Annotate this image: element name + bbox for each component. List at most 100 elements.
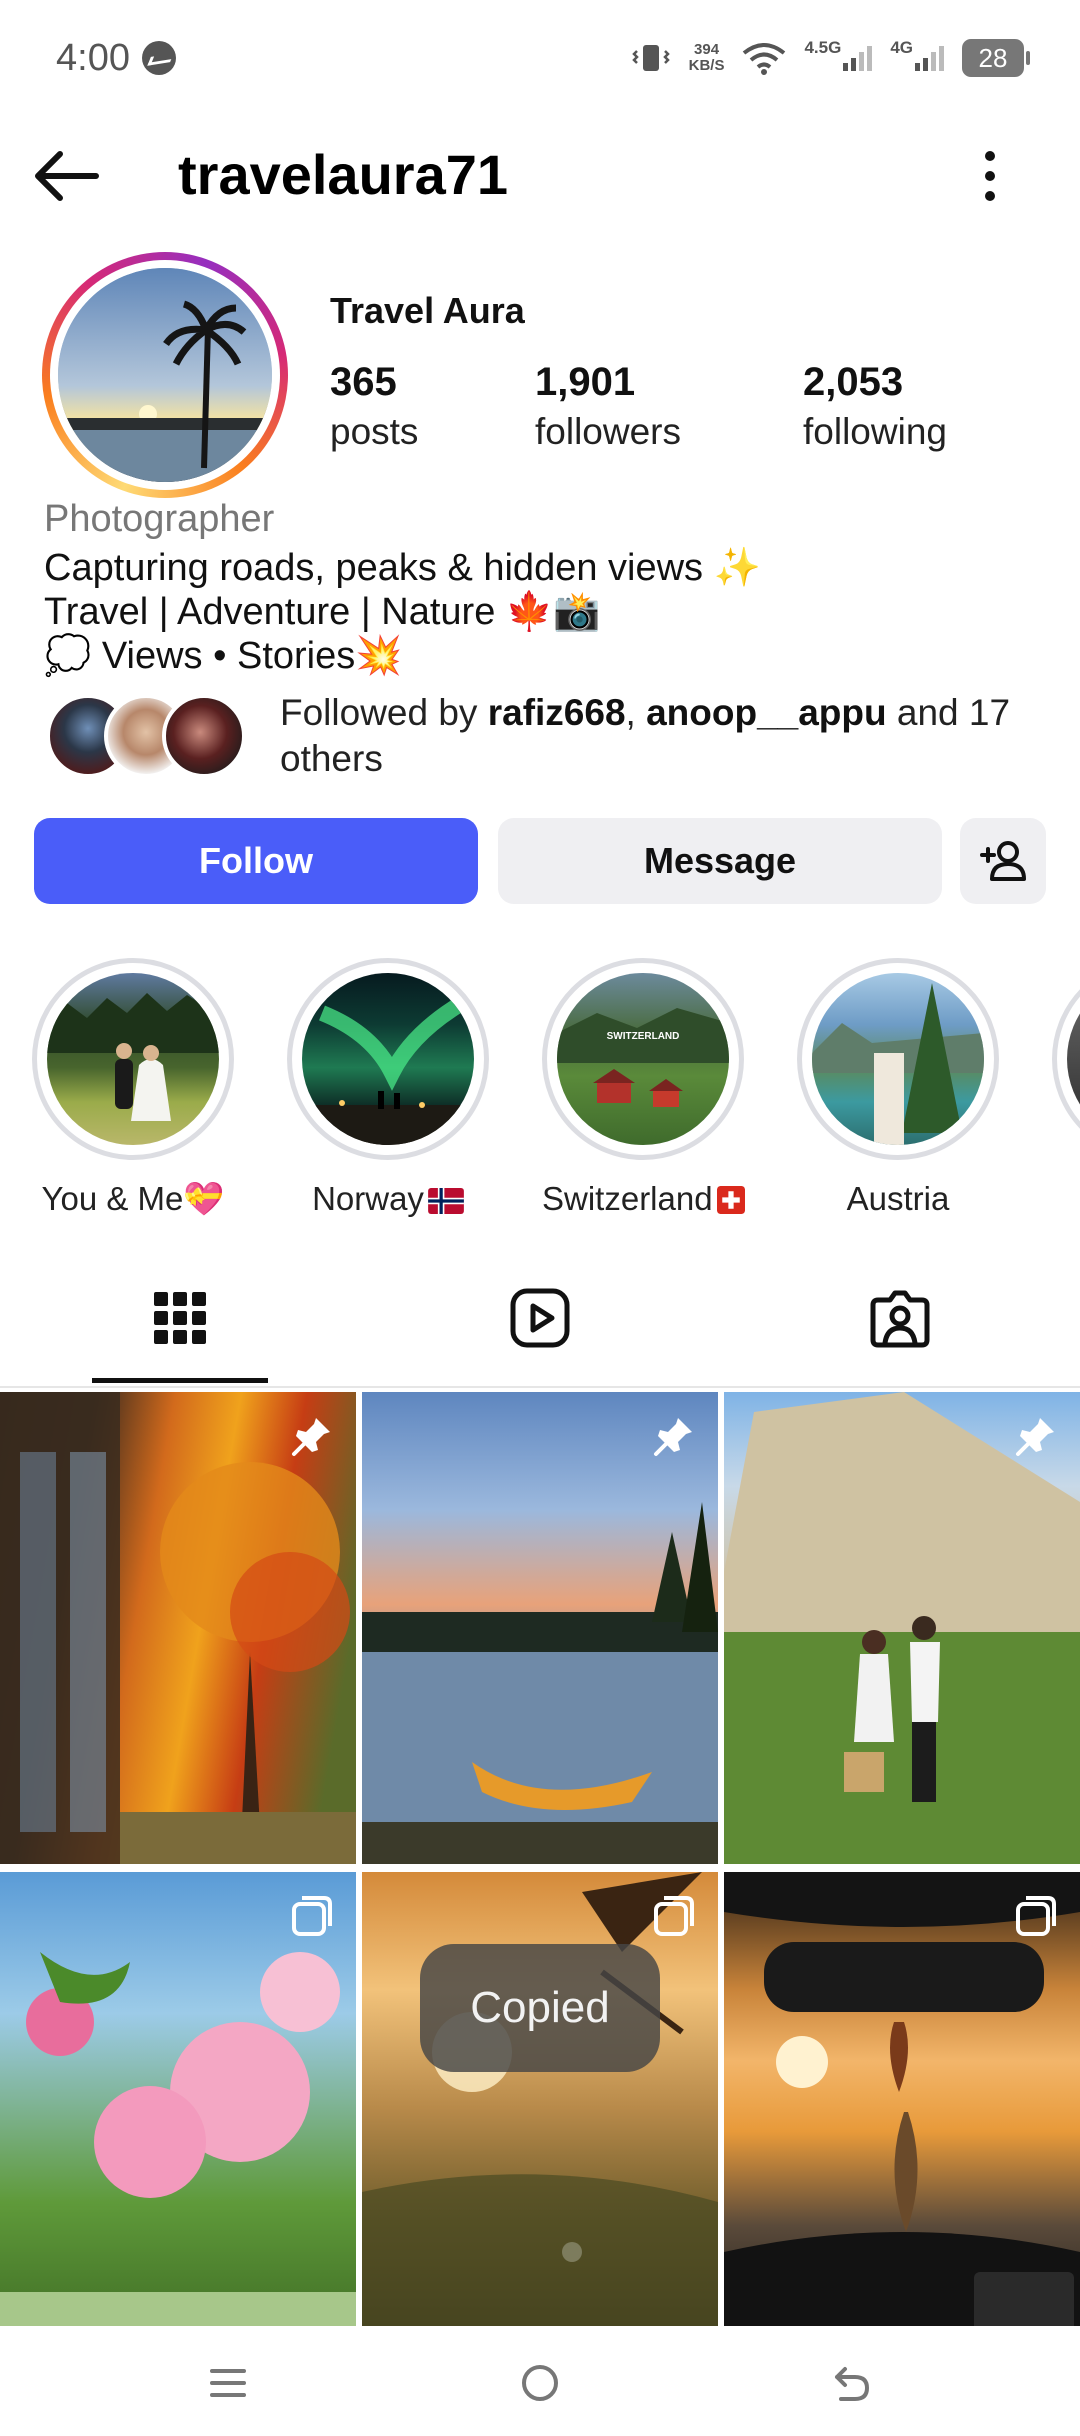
post-thumbnail-lake-boat[interactable]: [362, 1392, 718, 1864]
bio-line-3: 💭 Views • Stories💥: [44, 635, 403, 677]
pinned-post-icon: [654, 1418, 692, 1456]
post-thumbnail-car-sunset[interactable]: [724, 1872, 1080, 2344]
highlight-cover: SWITZERLAND: [557, 973, 729, 1145]
home-circle-icon: [522, 2365, 558, 2401]
highlight-label: Norway: [287, 1180, 489, 1218]
bio-line-1: Capturing roads, peaks & hidden views ✨: [44, 547, 761, 589]
post-image: [0, 1952, 356, 2344]
wifi-icon: [743, 43, 786, 75]
multiple-posts-icon: [292, 1896, 332, 1936]
highlight-ring: [32, 958, 234, 1160]
status-time: 4:00: [56, 36, 130, 79]
highlight-cover: [1067, 973, 1080, 1145]
following-count: 2,053: [803, 360, 904, 404]
reels-icon: [510, 1288, 570, 1348]
back-button[interactable]: [30, 144, 104, 208]
followed-by-prefix: Followed by: [280, 692, 488, 733]
mutual-user-2[interactable]: anoop__appu: [646, 692, 887, 733]
highlight-label: Austria: [846, 1180, 950, 1217]
net-speed-unit: KB/S: [688, 57, 725, 74]
followed-by-text[interactable]: Followed by rafiz668, anoop__appu and 17…: [280, 690, 1040, 782]
post-image: [724, 1392, 1080, 1864]
posts-grid: [0, 1392, 1080, 2344]
post-thumbnail-cliff-couple[interactable]: [724, 1392, 1080, 1864]
pinned-post-icon: [292, 1418, 330, 1456]
bio-line-2: Travel | Adventure | Nature 🍁📸: [44, 591, 601, 633]
home-button[interactable]: [505, 2348, 575, 2418]
tab-reels[interactable]: [360, 1248, 720, 1388]
arrow-left-icon: [35, 151, 99, 201]
network-type-2: 4G: [890, 38, 913, 57]
highlight-label: You & Me💝: [41, 1180, 225, 1217]
profile-header: travelaura71: [0, 120, 1080, 232]
back-arrow-icon: [835, 2367, 869, 2401]
switzerland-flag-icon: [716, 1186, 745, 1214]
multiple-posts-icon: [654, 1896, 694, 1936]
highlight-label-text: Norway: [312, 1180, 424, 1217]
following-label: following: [803, 411, 947, 452]
highlight-norway[interactable]: Norway: [287, 958, 489, 1218]
multiple-posts-icon: [1016, 1896, 1056, 1936]
copied-toast: Copied: [420, 1944, 660, 2072]
status-bar: 4:00 394 KB/S 4.5G 4G 28: [0, 0, 1080, 116]
more-options-button[interactable]: [968, 144, 1012, 208]
profile-display-name: Travel Aura: [330, 290, 525, 331]
signal-icon: [843, 45, 873, 71]
profile-avatar[interactable]: [42, 252, 288, 498]
avatar-frame: [50, 260, 280, 490]
vibrate-icon: [631, 45, 670, 71]
network-type-1: 4.5G: [804, 38, 842, 57]
highlight-ring: SWITZERLAND: [542, 958, 744, 1160]
stat-following[interactable]: 2,053 following: [803, 360, 947, 453]
austria-image: [812, 983, 984, 1145]
stat-posts[interactable]: 365 posts: [330, 360, 418, 453]
switzerland-overlay-text: SWITZERLAND: [607, 1031, 680, 1042]
highlight-label: Switzerland: [542, 1180, 745, 1218]
avatar: [162, 694, 246, 778]
recent-apps-button[interactable]: [193, 2348, 263, 2418]
suggested-users-button[interactable]: [960, 818, 1046, 904]
norway-flag-icon: [428, 1188, 464, 1214]
back-nav-button[interactable]: [816, 2348, 886, 2418]
status-indicators: 394 KB/S 4.5G 4G 28: [631, 38, 1030, 77]
signal-icon-2: [915, 45, 944, 71]
highlight-you-and-me[interactable]: You & Me💝: [32, 958, 234, 1219]
highlight-label-text: Switzerland: [542, 1180, 713, 1217]
highlight-partial[interactable]: [1052, 958, 1080, 1160]
follow-button[interactable]: Follow: [34, 818, 478, 904]
active-tab-indicator: [92, 1378, 268, 1383]
highlight-austria[interactable]: Austria: [797, 958, 999, 1218]
highlight-ring: [287, 958, 489, 1160]
post-image: [0, 1392, 356, 1864]
more-vertical-icon: [985, 151, 995, 201]
menu-icon: [210, 2369, 246, 2397]
avatar-scene: [58, 268, 272, 482]
post-thumbnail-cherry-blossom[interactable]: [0, 1872, 356, 2344]
followers-count: 1,901: [535, 360, 636, 404]
pinned-post-icon: [1016, 1418, 1054, 1456]
grid-icon: [154, 1292, 206, 1344]
tab-tagged[interactable]: [720, 1248, 1080, 1388]
highlight-cover: [302, 973, 474, 1145]
tab-grid[interactable]: [0, 1248, 360, 1388]
instagram-profile-screen: 4:00 394 KB/S 4.5G 4G 28 travelaura71 Tr…: [0, 0, 1080, 2436]
post-thumbnail-autumn-tree[interactable]: [0, 1392, 356, 1864]
post-thumbnail-sunset-bird[interactable]: [362, 1872, 718, 2344]
stat-followers[interactable]: 1,901 followers: [535, 360, 681, 453]
followed-by-separator: ,: [625, 692, 647, 733]
profile-tabs: [0, 1248, 1080, 1388]
couple-image: [47, 993, 219, 1121]
profile-username: travelaura71: [178, 143, 509, 206]
mutual-followers-avatars[interactable]: [46, 694, 256, 778]
mutual-user-1[interactable]: rafiz668: [488, 692, 626, 733]
messenger-icon: [141, 41, 176, 75]
add-user-icon: [980, 841, 1026, 881]
post-image: [724, 1872, 1080, 2344]
battery-icon: 28: [962, 39, 1030, 77]
net-speed: 394 KB/S: [689, 42, 725, 74]
highlight-switzerland[interactable]: SWITZERLAND Switzerland: [542, 958, 745, 1218]
net-speed-value: 394: [694, 41, 720, 58]
posts-count: 365: [330, 360, 397, 404]
message-button[interactable]: Message: [498, 818, 942, 904]
followers-label: followers: [535, 411, 681, 452]
